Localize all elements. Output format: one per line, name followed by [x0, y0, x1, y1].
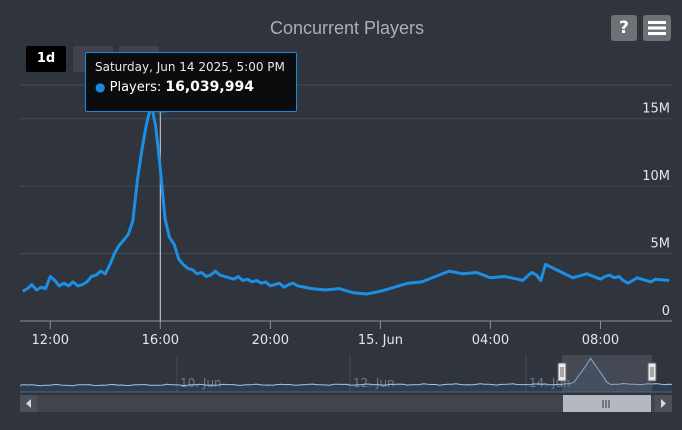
chart-container: Concurrent Players 0 5M 10M 15M 12:00 16:00 2… — [0, 0, 682, 430]
grid-lines — [20, 84, 672, 329]
scrollbar-thumb-bg — [563, 395, 651, 412]
x-tick-label: 08:00 — [582, 333, 619, 348]
hamburger-menu-icon — [648, 21, 666, 35]
menu-button[interactable] — [643, 15, 671, 41]
series-dot-icon: ● — [95, 80, 106, 94]
tooltip-date: Saturday, Jun 14 2025, 5:00 PM — [95, 60, 285, 74]
navigator-selection[interactable] — [562, 355, 652, 392]
series-line-players[interactable] — [22, 103, 670, 296]
x-tick-label: 15. Jun — [358, 333, 403, 348]
scroll-right-button[interactable] — [655, 395, 672, 412]
y-tick-label: 5M — [651, 237, 671, 252]
navigator[interactable]: 10. Jun 12. Jun 14. Jun — [19, 355, 673, 412]
handle-grip-icon — [647, 362, 657, 382]
tooltip-value-row: ● Players: 16,039,994 — [95, 79, 287, 95]
x-tick-label: 04:00 — [472, 333, 509, 348]
scrollbar-thumb[interactable] — [563, 395, 651, 412]
y-axis-labels: 0 5M 10M 15M — [642, 102, 670, 319]
y-tick-label: 0 — [662, 304, 670, 319]
x-tick-label: 20:00 — [252, 333, 289, 348]
y-tick-label: 10M — [642, 169, 670, 184]
x-axis-labels: 12:00 16:00 20:00 15. Jun 04:00 08:00 — [32, 333, 620, 348]
help-button[interactable]: ? — [611, 15, 637, 41]
tooltip-series-label: Players: — [109, 80, 162, 95]
y-tick-label: 15M — [642, 102, 670, 117]
navigator-handle-right[interactable] — [647, 362, 657, 382]
chart-title: Concurrent Players — [270, 18, 424, 38]
x-tick-label: 12:00 — [32, 333, 69, 348]
x-tick-label: 16:00 — [142, 333, 179, 348]
tooltip: Saturday, Jun 14 2025, 5:00 PM ● Players… — [85, 52, 297, 112]
help-icon: ? — [619, 18, 629, 38]
scroll-left-button[interactable] — [20, 395, 37, 412]
tooltip-value: 16,039,994 — [165, 79, 254, 95]
navigator-handle-left[interactable] — [557, 362, 567, 382]
handle-grip-icon — [557, 362, 567, 382]
plot-area[interactable] — [22, 94, 670, 321]
range-button-1d[interactable]: 1d — [26, 46, 66, 72]
